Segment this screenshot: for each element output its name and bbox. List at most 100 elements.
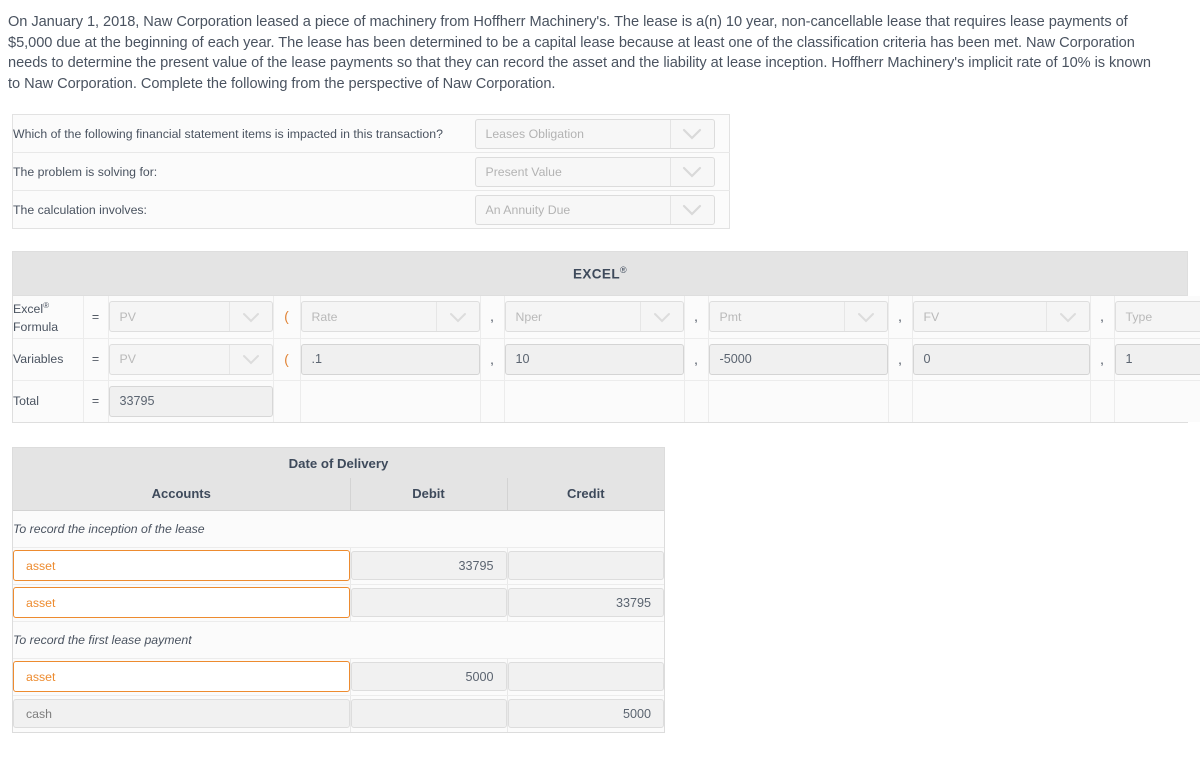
registered-trademark-icon: ® [619,265,628,276]
empty-cell [912,380,1091,422]
journal-header-row: Accounts Debit Credit [13,478,664,511]
column-header-credit: Credit [507,478,664,511]
comma-separator: , [1090,296,1115,339]
problem-statement: On January 1, 2018, Naw Corporation leas… [8,14,1151,92]
debit-input[interactable] [350,699,507,729]
excel-variables-row: Variables = PV ( .1 , 10 , -5000 , 0 , 1 [13,338,1200,381]
comma-separator: , [888,338,913,381]
account-input[interactable]: asset [13,587,350,618]
empty-cell [504,380,685,422]
comma-separator: , [480,296,505,339]
equals-sign: = [83,380,109,422]
excel-formula-row: Excel® Formula = PV ( Rate , Nper , Pmt … [13,296,1200,339]
dropdown-calculation-involves[interactable]: An Annuity Due [474,194,715,225]
debit-input[interactable]: 33795 [350,551,507,580]
dropdown-value: Pmt [719,309,742,324]
dropdown-value: PV [119,309,136,324]
credit-input[interactable]: 33795 [507,588,664,617]
row-label-variables: Variables [13,338,84,381]
formula-nper-dropdown[interactable]: Nper [504,301,684,333]
excel-formula-table: Excel® Formula = PV ( Rate , Nper , Pmt … [13,296,1200,422]
variables-nper-input[interactable]: 10 [504,343,684,375]
chevron-down-icon[interactable] [228,344,272,374]
table-row: asset 33795 [13,584,664,622]
chevron-down-icon[interactable] [669,157,714,186]
journal-entry-table: Accounts Debit Credit To record the ince… [13,478,664,732]
formula-type-dropdown[interactable]: Type [1114,301,1200,333]
formula-pmt-dropdown[interactable]: Pmt [708,301,888,333]
chevron-down-icon[interactable] [639,302,683,332]
table-row: asset 33795 [13,547,664,585]
formula-fv-dropdown[interactable]: FV [912,301,1090,333]
excel-panel: EXCEL® Excel® Formula = PV (Rate , Nper… [12,251,1200,423]
question-row: Which of the following financial stateme… [12,114,730,153]
empty-cell [708,380,889,422]
memo-text: To record the inception of the lease [13,510,664,548]
account-input[interactable]: cash [13,699,350,729]
comma-separator: , [684,296,709,339]
open-paren: ( [273,296,301,339]
dropdown-value: Present Value [485,164,562,179]
formula-function-dropdown[interactable]: PV [108,301,273,333]
chevron-down-icon[interactable] [435,302,479,332]
dropdown-value: Leases Obligation [485,126,584,141]
chevron-down-icon[interactable] [228,302,272,332]
dropdown-value: Rate [311,309,338,324]
empty-cell [684,380,709,422]
variables-pmt-input[interactable]: -5000 [708,343,888,375]
equals-sign: = [83,296,109,339]
memo-text: To record the first lease payment [13,621,664,659]
comma-separator: , [1090,338,1115,381]
credit-input[interactable] [507,662,664,691]
journal-entry-panel: Date of Delivery Accounts Debit Credit T… [12,447,665,733]
formula-rate-dropdown[interactable]: Rate [300,301,480,333]
credit-input[interactable]: 5000 [507,699,664,729]
comma-separator: , [480,338,505,381]
question-row: The problem is solving for: Present Valu… [12,152,730,191]
empty-cell [1114,380,1200,422]
variables-fv-input[interactable]: 0 [912,343,1090,375]
dropdown-value: Nper [515,309,543,324]
credit-input[interactable] [507,551,664,580]
chevron-down-icon[interactable] [843,302,887,332]
dropdown-value: FV [923,309,940,324]
excel-panel-header: EXCEL® [13,252,1187,296]
dropdown-value: PV [119,352,136,366]
empty-cell [300,380,481,422]
journal-title: Date of Delivery [13,448,664,478]
total-value-input[interactable]: 33795 [108,385,273,417]
chevron-down-icon[interactable] [1045,302,1089,332]
row-label-total: Total [13,380,84,422]
row-label-excel-formula: Excel® Formula [13,296,84,339]
comma-separator: , [888,296,913,339]
variables-function-dropdown[interactable]: PV [108,343,273,375]
chevron-down-icon[interactable] [669,195,714,224]
question-label: The calculation involves: [13,202,147,217]
financial-statement-questions-table: Which of the following financial stateme… [12,114,730,229]
empty-cell [480,380,505,422]
question-label: The problem is solving for: [12,152,475,191]
empty-cell [888,380,913,422]
excel-title: EXCEL® [572,265,628,282]
debit-input[interactable] [350,588,507,617]
empty-cell [273,380,301,422]
equals-sign: = [83,338,109,381]
question-label: Which of the following financial stateme… [12,114,475,153]
comma-separator: , [684,338,709,381]
open-paren: ( [273,338,301,381]
debit-input[interactable]: 5000 [350,662,507,691]
dropdown-financial-statement-item[interactable]: Leases Obligation [474,118,715,149]
question-row: The calculation involves: An Annuity Due [13,191,730,229]
dropdown-problem-solving-for[interactable]: Present Value [474,156,715,187]
journal-memo-row: To record the inception of the lease [13,510,664,548]
account-input[interactable]: asset [13,661,350,692]
dropdown-value: Type [1125,309,1153,324]
empty-cell [1090,380,1115,422]
dropdown-value: An Annuity Due [485,202,571,217]
column-header-accounts: Accounts [13,478,351,511]
variables-type-input[interactable]: 1 [1114,343,1200,375]
column-header-debit: Debit [350,478,508,511]
variables-rate-input[interactable]: .1 [300,343,480,375]
account-input[interactable]: asset [13,550,350,581]
chevron-down-icon[interactable] [669,119,714,148]
